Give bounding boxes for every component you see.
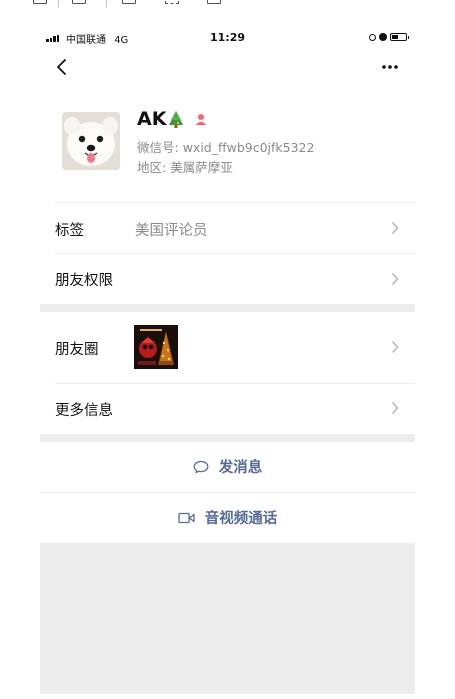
toolbar-icon[interactable] bbox=[72, 0, 86, 4]
toolbar-icon[interactable] bbox=[122, 0, 136, 4]
alarm-icon bbox=[379, 33, 387, 41]
toolbar-icon[interactable] bbox=[33, 0, 47, 4]
christmas-tree-icon bbox=[169, 110, 184, 128]
editor-toolbar bbox=[0, 0, 455, 8]
more-info-label: 更多信息 bbox=[55, 403, 113, 419]
battery-icon bbox=[390, 33, 409, 41]
more-icon[interactable] bbox=[379, 60, 401, 74]
section-gap bbox=[40, 304, 415, 312]
friend-permissions-row[interactable]: 朋友权限 bbox=[40, 254, 415, 304]
tags-row[interactable]: 标签 美国评论员 bbox=[40, 203, 415, 253]
region-label: 地区: bbox=[137, 160, 167, 175]
tags-label: 标签 bbox=[55, 223, 84, 239]
wechat-id-line: 微信号: wxid_ffwb9c0jfk5322 bbox=[137, 137, 314, 156]
profile-header: AK 微信号: wxid_ffwb9c0jfk5322 地区: 美属萨摩亚 bbox=[40, 102, 415, 202]
friend-permissions-label: 朋友权限 bbox=[55, 273, 113, 289]
phone-screen: 中国联通 4G 11:29 AK 微信号: wxid_ffwb9c0jfk532… bbox=[40, 26, 415, 694]
nav-bar bbox=[40, 52, 415, 82]
wechat-id-value: wxid_ffwb9c0jfk5322 bbox=[182, 140, 315, 155]
chat-bubble-icon bbox=[193, 460, 209, 473]
empty-background bbox=[40, 543, 415, 694]
region-value: 美属萨摩亚 bbox=[170, 160, 233, 175]
status-icons bbox=[369, 32, 409, 42]
divider bbox=[40, 492, 415, 493]
toolbar-icon[interactable] bbox=[207, 0, 221, 4]
tags-value: 美国评论员 bbox=[135, 223, 208, 239]
video-call-button[interactable]: 音视频通话 bbox=[40, 507, 415, 528]
chevron-right-icon bbox=[391, 221, 399, 235]
chevron-right-icon bbox=[391, 272, 399, 286]
back-icon[interactable] bbox=[54, 58, 74, 76]
chevron-right-icon bbox=[391, 401, 399, 415]
avatar[interactable] bbox=[62, 112, 120, 170]
wechat-id-label: 微信号: bbox=[137, 140, 179, 155]
more-info-row[interactable]: 更多信息 bbox=[40, 384, 415, 434]
gender-icon bbox=[195, 114, 207, 125]
toolbar-icon[interactable] bbox=[165, 0, 179, 4]
region-line: 地区: 美属萨摩亚 bbox=[137, 157, 233, 176]
chevron-right-icon bbox=[391, 340, 399, 354]
video-camera-icon bbox=[178, 512, 195, 523]
send-message-button[interactable]: 发消息 bbox=[40, 456, 415, 477]
moments-photo bbox=[134, 325, 178, 369]
moments-label: 朋友圈 bbox=[55, 342, 99, 358]
send-message-label: 发消息 bbox=[218, 460, 263, 476]
moments-thumbnail[interactable] bbox=[134, 325, 178, 369]
display-name: AK bbox=[137, 108, 167, 130]
dog-avatar-image bbox=[62, 112, 120, 170]
video-call-label: 音视频通话 bbox=[204, 511, 278, 527]
profile-name: AK bbox=[137, 108, 208, 130]
section-gap bbox=[40, 434, 415, 442]
status-bar: 中国联通 4G 11:29 bbox=[40, 26, 415, 48]
status-time: 11:29 bbox=[209, 31, 245, 44]
moments-row[interactable]: 朋友圈 bbox=[40, 312, 415, 382]
location-icon bbox=[369, 33, 376, 41]
toolbar-separator bbox=[106, 0, 107, 7]
toolbar-separator bbox=[58, 0, 59, 7]
